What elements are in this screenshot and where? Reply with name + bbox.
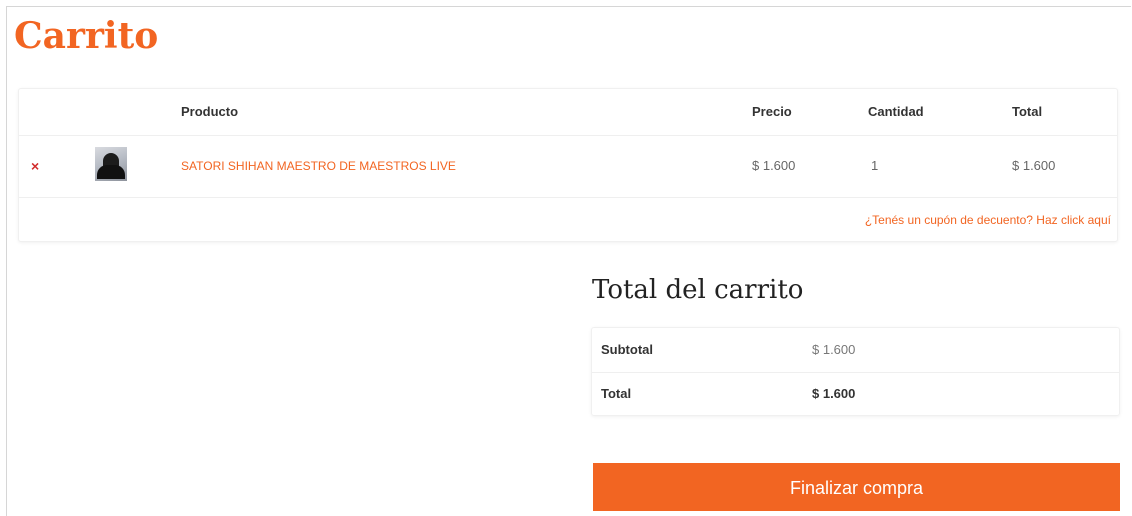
coupon-row: ¿Tenés un cupón de decuento? Haz click a…	[19, 197, 1117, 243]
header-product: Producto	[181, 104, 239, 119]
cart-table: Producto Precio Cantidad Total × SATORI …	[18, 88, 1118, 242]
item-price: $ 1.600	[752, 158, 796, 173]
cart-totals-title: Total del carrito	[592, 275, 804, 305]
header-total: Total	[1012, 104, 1043, 119]
total-label: Total	[601, 386, 632, 401]
cart-table-header: Producto Precio Cantidad Total	[19, 89, 1117, 136]
subtotal-row: Subtotal $ 1.600	[592, 328, 1119, 373]
coupon-link[interactable]: ¿Tenés un cupón de decuento? Haz click a…	[865, 197, 1111, 243]
header-quantity: Cantidad	[868, 104, 924, 119]
product-thumbnail[interactable]	[95, 147, 127, 181]
subtotal-label: Subtotal	[601, 342, 653, 357]
page-title: Carrito	[14, 15, 159, 57]
thumbnail-figure-base	[97, 165, 125, 179]
page-frame	[6, 6, 1131, 516]
item-quantity[interactable]: 1	[871, 135, 878, 197]
product-link[interactable]: SATORI SHIHAN MAESTRO DE MAESTROS LIVE	[181, 135, 456, 197]
subtotal-value: $ 1.600	[812, 342, 856, 357]
cart-totals-table: Subtotal $ 1.600 Total $ 1.600	[591, 327, 1120, 416]
total-row: Total $ 1.600	[592, 372, 1119, 416]
item-total: $ 1.600	[1012, 158, 1056, 173]
table-row: × SATORI SHIHAN MAESTRO DE MAESTROS LIVE…	[19, 135, 1117, 198]
header-price: Precio	[752, 104, 792, 119]
total-value: $ 1.600	[812, 386, 856, 401]
remove-item-close-icon[interactable]: ×	[31, 135, 39, 197]
checkout-button[interactable]: Finalizar compra	[593, 463, 1120, 511]
